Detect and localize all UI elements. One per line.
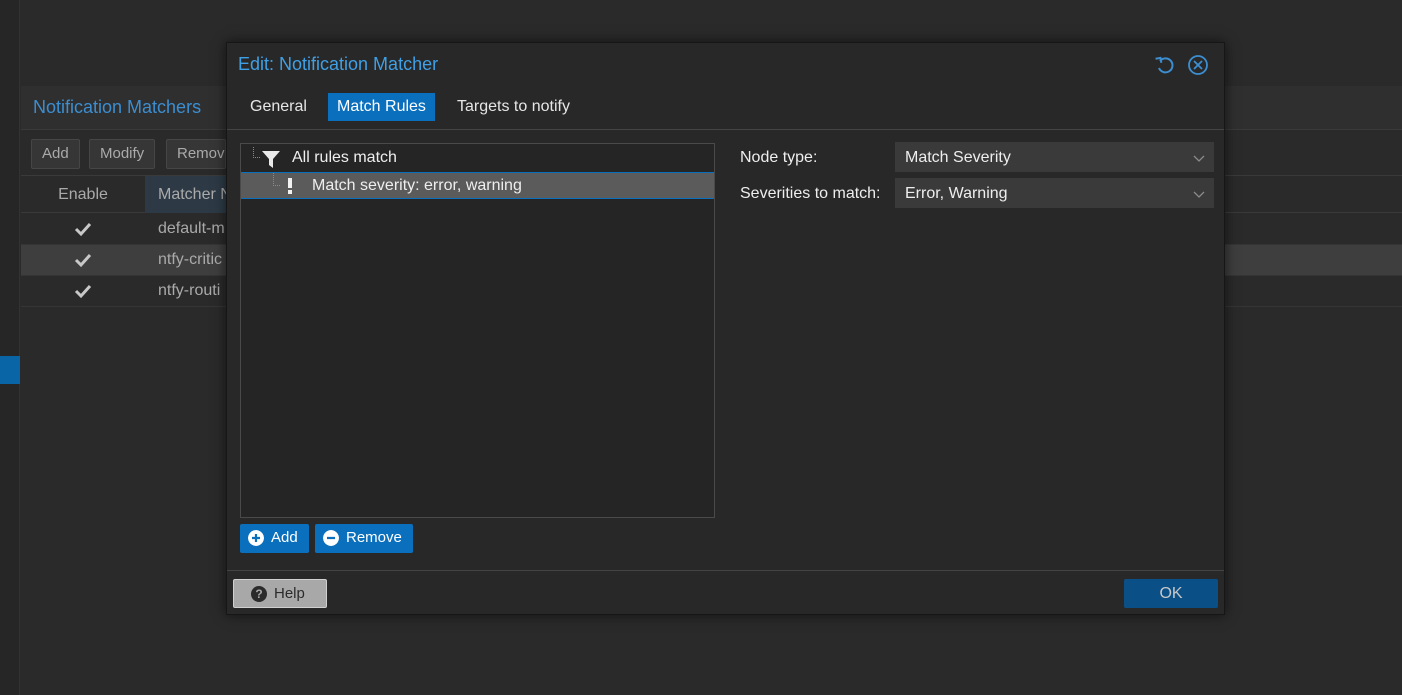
minus-circle-icon: [323, 530, 339, 546]
tree-node-label: All rules match: [292, 149, 397, 166]
nav-selected-indicator: [0, 356, 20, 384]
close-icon[interactable]: [1187, 54, 1209, 76]
tree-elbow-line: [253, 147, 260, 158]
node-type-label: Node type:: [740, 149, 818, 166]
remove-rule-button[interactable]: Remove: [315, 524, 413, 553]
severities-select[interactable]: Error, Warning: [895, 178, 1214, 208]
help-label: Help: [274, 585, 305, 602]
add-rule-button[interactable]: Add: [240, 524, 309, 553]
remove-matcher-button[interactable]: Remov: [166, 139, 226, 169]
check-icon: [74, 222, 92, 237]
tree-node-label: Match severity: error, warning: [312, 177, 522, 194]
left-navigation-strip: [0, 0, 20, 695]
tab-match-rules[interactable]: Match Rules: [328, 93, 435, 121]
matcher-name: ntfy-routi: [158, 282, 221, 299]
check-icon: [74, 284, 92, 299]
tab-general[interactable]: General: [241, 93, 316, 121]
dialog-header: Edit: Notification Matcher: [227, 43, 1224, 87]
dialog-footer: ? Help OK: [227, 570, 1224, 615]
tree-node-root[interactable]: All rules match: [241, 145, 714, 172]
add-matcher-button[interactable]: Add: [31, 139, 80, 169]
tab-bar: General Match Rules Targets to notify: [227, 87, 1224, 130]
remove-rule-label: Remove: [346, 529, 402, 546]
tree-node-match-severity[interactable]: Match severity: error, warning: [241, 172, 714, 199]
help-button[interactable]: ? Help: [233, 579, 327, 608]
plus-circle-icon: [248, 530, 264, 546]
matcher-name: default-m: [158, 220, 225, 237]
severities-value: Error, Warning: [905, 185, 1008, 202]
reset-icon[interactable]: [1154, 54, 1176, 76]
severities-label: Severities to match:: [740, 185, 881, 202]
node-type-select[interactable]: Match Severity: [895, 142, 1214, 172]
tab-targets-to-notify[interactable]: Targets to notify: [448, 93, 579, 121]
exclamation-icon: [288, 178, 292, 194]
filter-icon: [262, 151, 280, 168]
modify-matcher-button[interactable]: Modify: [89, 139, 156, 169]
node-type-value: Match Severity: [905, 149, 1011, 166]
tree-elbow-line: [273, 173, 280, 186]
question-icon: ?: [251, 586, 267, 602]
match-rules-tree: All rules match Match severity: error, w…: [240, 143, 715, 518]
edit-notification-matcher-dialog: Edit: Notification Matcher General Match…: [226, 42, 1225, 615]
chevron-down-icon: [1193, 191, 1205, 198]
add-rule-label: Add: [271, 529, 298, 546]
ok-button[interactable]: OK: [1124, 579, 1218, 608]
panel-title: Notification Matchers: [33, 97, 202, 117]
chevron-down-icon: [1193, 155, 1205, 162]
matcher-name: ntfy-critic: [158, 251, 222, 268]
check-icon: [74, 253, 92, 268]
column-header-enable[interactable]: Enable: [21, 176, 145, 213]
dialog-title: Edit: Notification Matcher: [238, 54, 439, 74]
